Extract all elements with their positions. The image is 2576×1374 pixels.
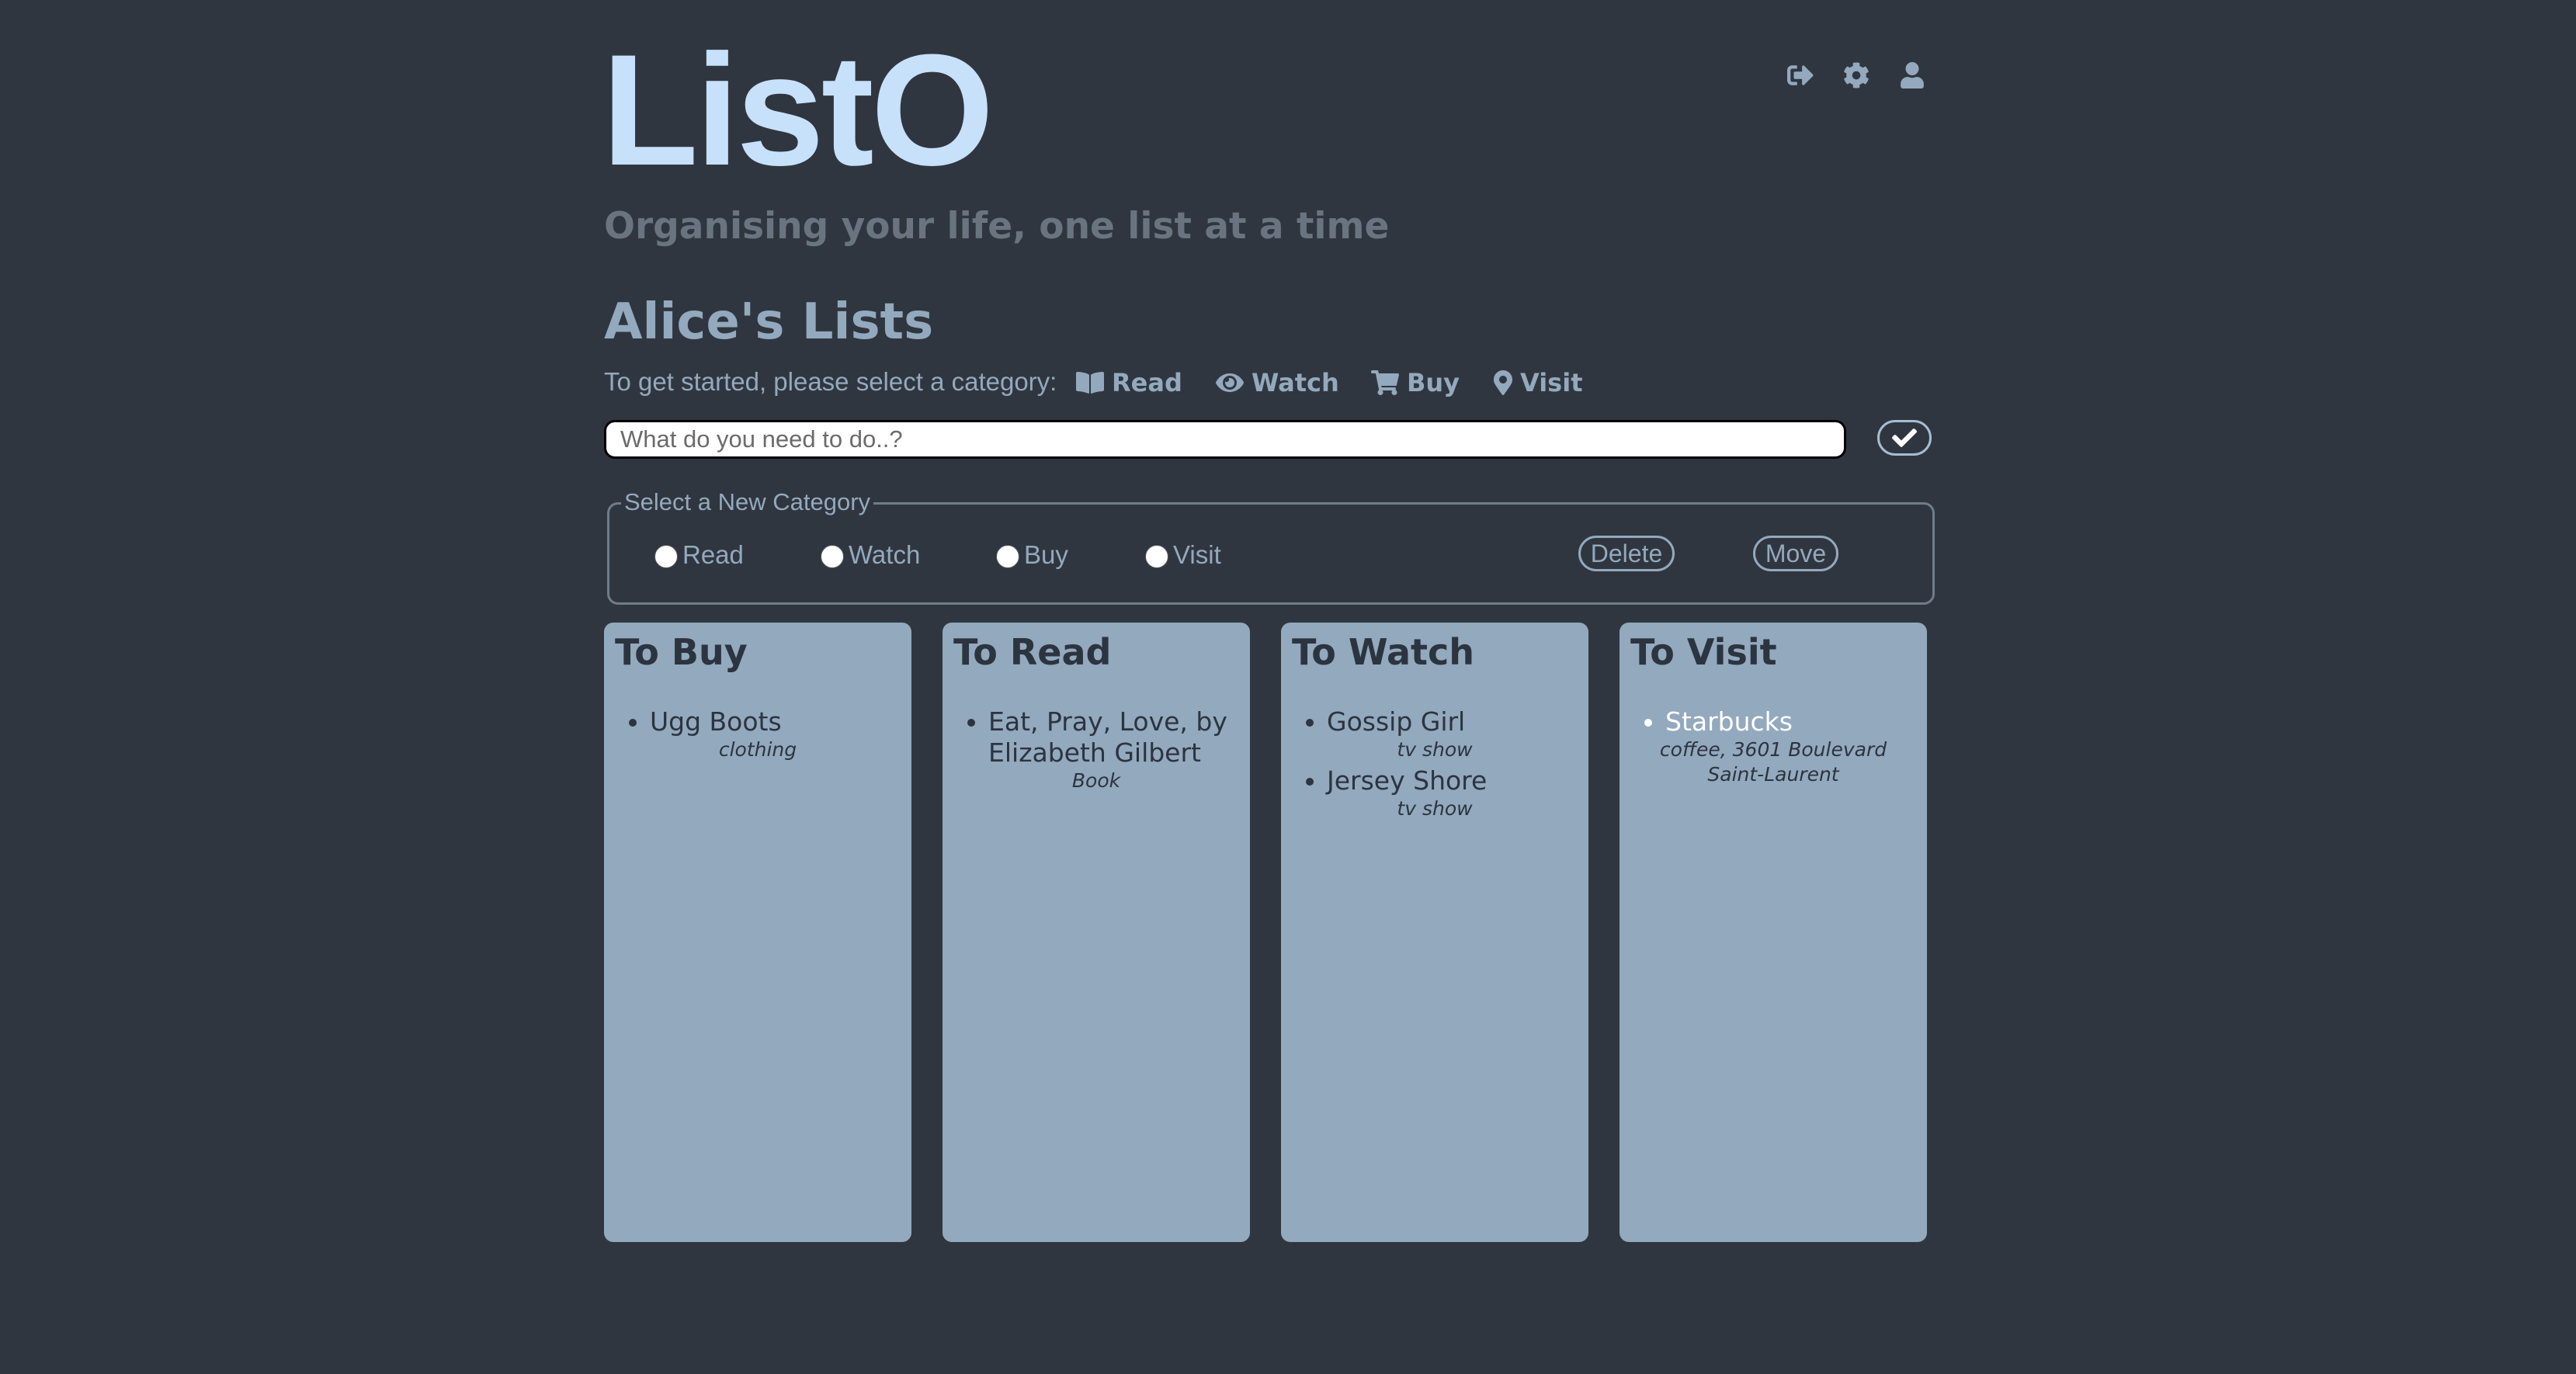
recategorize-fieldset xyxy=(607,502,1935,605)
radio-label: Visit xyxy=(1173,540,1221,569)
category-link-watch[interactable]: Watch xyxy=(1216,366,1339,399)
radio-label: Buy xyxy=(1024,540,1068,569)
radio-buy[interactable]: Buy xyxy=(996,539,1068,571)
item-name: Ugg Boots xyxy=(650,706,782,737)
category-link-label: Buy xyxy=(1407,368,1460,397)
gear-icon[interactable] xyxy=(1842,61,1871,90)
category-link-label: Visit xyxy=(1520,368,1583,397)
item-name: Jersey Shore xyxy=(1327,765,1488,796)
radio-button[interactable] xyxy=(654,545,678,568)
item-name: Eat, Pray, Love, by Elizabeth Gilbert xyxy=(988,706,1227,768)
list-item[interactable]: Jersey Shore tv show xyxy=(1327,765,1578,821)
app-logo: ListO xyxy=(602,22,994,199)
radio-button[interactable] xyxy=(821,545,844,568)
list-item[interactable]: Gossip Girl tv show xyxy=(1327,706,1578,762)
delete-button[interactable]: Delete xyxy=(1578,536,1675,571)
submit-button[interactable] xyxy=(1877,420,1932,456)
item-description: coffee, 3601 Boulevard Saint-Laurent xyxy=(1659,738,1887,786)
category-link-buy[interactable]: Buy xyxy=(1371,366,1460,399)
tagline: Organising your life, one list at a time xyxy=(604,205,1390,248)
list-card-read: To Read Eat, Pray, Love, by Elizabeth Gi… xyxy=(943,623,1250,1242)
radio-watch[interactable]: Watch xyxy=(821,539,920,571)
list-item[interactable]: Eat, Pray, Love, by Elizabeth Gilbert Bo… xyxy=(988,706,1239,793)
list-card-watch: To Watch Gossip Girl tv show Jersey Shor… xyxy=(1281,623,1588,1242)
sign-out-icon[interactable] xyxy=(1786,61,1815,90)
eye-icon xyxy=(1216,373,1244,392)
radio-button[interactable] xyxy=(996,545,1019,568)
list-title: To Watch xyxy=(1292,631,1475,673)
list-card-visit: To Visit Starbucks coffee, 3601 Boulevar… xyxy=(1620,623,1927,1242)
radio-label: Watch xyxy=(849,540,921,569)
item-description: Book xyxy=(1071,769,1121,792)
list-item[interactable]: Starbucks coffee, 3601 Boulevard Saint-L… xyxy=(1660,706,1916,787)
item-name: Gossip Girl xyxy=(1327,706,1466,737)
list-title: To Read xyxy=(953,631,1112,673)
list-items: Starbucks coffee, 3601 Boulevard Saint-L… xyxy=(1630,706,1916,787)
list-items: Gossip Girl tv show Jersey Shore tv show xyxy=(1292,706,1578,821)
move-button[interactable]: Move xyxy=(1753,536,1838,571)
list-title: To Buy xyxy=(615,631,748,673)
cart-icon xyxy=(1371,370,1399,395)
category-link-visit[interactable]: Visit xyxy=(1494,366,1582,399)
radio-button[interactable] xyxy=(1145,545,1168,568)
radio-visit[interactable]: Visit xyxy=(1145,539,1221,571)
header-icon-bar xyxy=(1786,61,1927,90)
fieldset-legend: Select a New Category xyxy=(621,487,874,517)
list-items: Eat, Pray, Love, by Elizabeth Gilbert Bo… xyxy=(953,706,1239,793)
category-link-read[interactable]: Read xyxy=(1076,366,1182,399)
category-link-label: Read xyxy=(1112,368,1182,397)
page-title: Alice's Lists xyxy=(604,293,934,351)
item-name: Starbucks xyxy=(1665,706,1793,737)
new-item-input[interactable] xyxy=(604,420,1846,459)
item-description: tv show xyxy=(1397,797,1473,820)
item-description: clothing xyxy=(718,738,797,761)
list-items: Ugg Boots clothing xyxy=(615,706,901,762)
user-icon[interactable] xyxy=(1897,61,1927,90)
map-marker-icon xyxy=(1494,370,1512,395)
item-description: tv show xyxy=(1397,738,1473,761)
check-icon xyxy=(1892,429,1917,447)
book-icon xyxy=(1076,372,1104,394)
category-link-label: Watch xyxy=(1252,368,1339,397)
list-card-buy: To Buy Ugg Boots clothing xyxy=(604,623,911,1242)
list-title: To Visit xyxy=(1630,631,1777,673)
intro-text: To get started, please select a category… xyxy=(604,367,1057,396)
radio-read[interactable]: Read xyxy=(654,539,744,571)
radio-label: Read xyxy=(682,540,744,569)
list-item[interactable]: Ugg Boots clothing xyxy=(650,706,901,762)
